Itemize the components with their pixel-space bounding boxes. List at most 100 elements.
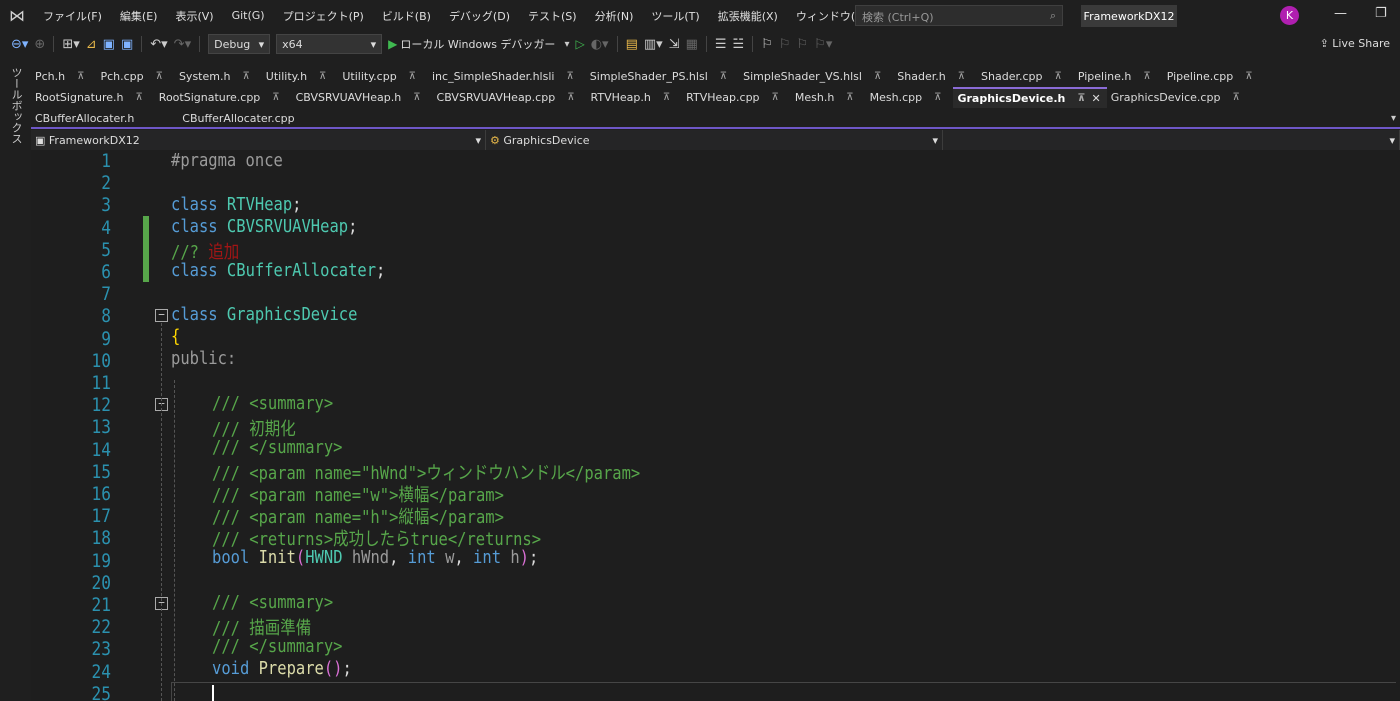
new-project-icon[interactable]: ⊞▾ — [59, 37, 82, 52]
avatar[interactable]: K — [1280, 6, 1299, 25]
pin-icon[interactable]: ⊼ — [1232, 92, 1239, 103]
tab-overflow-icon[interactable]: ▾ — [1391, 113, 1396, 124]
code-editor[interactable]: 1 2 3 4 5 6 7 8 9 10 11 12 13 14 15 16 17 18 19 20 21 22 23 24 2… — [31, 150, 1400, 701]
type-name: CBVSRVUAVHeap — [226, 216, 349, 237]
tab-cbufferallocater-cpp[interactable]: CBufferAllocater.cpp — [178, 108, 338, 129]
pin-icon[interactable]: ⊼ — [846, 92, 853, 103]
pin-icon[interactable]: ⊼ — [1143, 71, 1150, 82]
redo-icon[interactable]: ↷▾ — [171, 37, 194, 52]
undo-icon[interactable]: ↶▾ — [147, 37, 170, 52]
start-debug-icon[interactable]: ▶ — [385, 37, 400, 51]
pin-icon[interactable]: ⊼ — [409, 71, 416, 82]
tab-rtvheap-cpp[interactable]: RTVHeap.cpp ⊼ — [682, 87, 791, 108]
scope-dropdown[interactable]: ⚙ GraphicsDevice ▾ — [486, 130, 943, 150]
tab-graphicsdevice-h[interactable]: GraphicsDevice.h ⊼ ✕ — [953, 87, 1107, 108]
tab-cbvsrvuavheap-cpp[interactable]: CBVSRVUAVHeap.cpp ⊼ — [433, 87, 587, 108]
browse-icon[interactable]: ▤ — [623, 37, 641, 52]
member-dropdown[interactable]: ▾ — [943, 130, 1400, 150]
menu-item[interactable]: ビルド(B) — [373, 8, 440, 24]
tab-pch-h[interactable]: Pch.h ⊼ — [31, 66, 96, 87]
tab-utility-cpp[interactable]: Utility.cpp ⊼ — [338, 66, 428, 87]
live-share-button[interactable]: ⇪ Live Share — [1320, 37, 1390, 50]
tab-rtvheap-h[interactable]: RTVHeap.h ⊼ — [587, 87, 683, 108]
menu-item[interactable]: プロジェクト(P) — [274, 8, 373, 24]
tab-utility-h[interactable]: Utility.h ⊼ — [262, 66, 339, 87]
pin-icon[interactable]: ⊼ — [413, 92, 420, 103]
forward-icon[interactable]: ⊕ — [31, 37, 48, 52]
step-icon[interactable]: ⇲ — [666, 37, 683, 52]
tab-inc-simpleshader-hlsli[interactable]: inc_SimpleShader.hlsli ⊼ — [428, 66, 586, 87]
tab-rootsignature-cpp[interactable]: RootSignature.cpp ⊼ — [155, 87, 292, 108]
chevron-down-icon: ▾ — [475, 133, 481, 147]
platform-dropdown[interactable]: x64 ▾ — [276, 34, 383, 54]
tab-pipeline-cpp[interactable]: Pipeline.cpp ⊼ — [1163, 66, 1265, 87]
collapse-icon[interactable]: − — [155, 309, 168, 322]
tab-mesh-cpp[interactable]: Mesh.cpp ⊼ — [866, 87, 954, 108]
tab-mesh-h[interactable]: Mesh.h ⊼ — [791, 87, 866, 108]
run-debugger-button[interactable]: ローカル Windows デバッガー — [400, 36, 561, 52]
chevron-down-icon[interactable]: ▾ — [561, 39, 572, 50]
save-icon[interactable]: ▣ — [100, 37, 118, 52]
pin-icon[interactable]: ⊼ — [566, 71, 573, 82]
tab-graphicsdevice-cpp[interactable]: GraphicsDevice.cpp ⊼ — [1107, 87, 1252, 108]
menu-item[interactable]: Git(G) — [223, 9, 274, 22]
line-row: 11 — [31, 372, 1400, 394]
clear-bookmark-icon[interactable]: ⚐▾ — [811, 37, 835, 52]
pin-icon[interactable]: ⊼ — [1245, 71, 1252, 82]
pin-icon[interactable]: ⊼ — [663, 92, 670, 103]
pin-icon[interactable]: ⊼ — [319, 71, 326, 82]
menu-item[interactable]: 拡張機能(X) — [709, 8, 787, 24]
back-icon[interactable]: ⊖▾ — [8, 37, 31, 52]
menu-item[interactable]: 編集(E) — [111, 8, 167, 24]
pin-icon[interactable]: ⊼ — [874, 71, 881, 82]
tab-simpleshader-ps-hlsl[interactable]: SimpleShader_PS.hlsl ⊼ — [586, 66, 739, 87]
prev-bookmark-icon[interactable]: ⚐ — [776, 37, 794, 52]
close-icon[interactable]: ✕ — [1092, 92, 1101, 105]
align-icon[interactable]: ▦ — [683, 37, 701, 52]
tab-simpleshader-vs-hlsl[interactable]: SimpleShader_VS.hlsl ⊼ — [739, 66, 893, 87]
pin-icon[interactable]: ⊼ — [272, 92, 279, 103]
bookmark-icon[interactable]: ⚐ — [758, 37, 776, 52]
menu-item[interactable]: 表示(V) — [166, 8, 222, 24]
save-all-icon[interactable]: ▣ — [118, 37, 136, 52]
menu-item[interactable]: テスト(S) — [519, 8, 586, 24]
tab-rootsignature-h[interactable]: RootSignature.h ⊼ — [31, 87, 155, 108]
pin-icon[interactable]: ⊼ — [135, 92, 142, 103]
pin-icon[interactable]: ⊼ — [567, 92, 574, 103]
tab-pch-cpp[interactable]: Pch.cpp ⊼ — [96, 66, 175, 87]
pin-icon[interactable]: ⊼ — [242, 71, 249, 82]
comment-icon[interactable]: ☰ — [712, 37, 730, 52]
configuration-dropdown[interactable]: Debug ▾ — [208, 34, 271, 54]
pin-icon[interactable]: ⊼ — [77, 71, 84, 82]
start-without-debug-icon[interactable]: ▷ — [572, 37, 587, 51]
tab-shader-h[interactable]: Shader.h ⊼ — [893, 66, 977, 87]
project-dropdown[interactable]: ▣ FrameworkDX12 ▾ — [31, 130, 486, 150]
pin-icon[interactable]: ⊼ — [958, 71, 965, 82]
restore-icon[interactable]: ❐ — [1375, 6, 1387, 21]
pin-icon[interactable]: ⊼ — [934, 92, 941, 103]
window-layout-icon[interactable]: ▥▾ — [641, 37, 666, 52]
tab-system-h[interactable]: System.h ⊼ — [175, 66, 262, 87]
minimize-icon[interactable]: — — [1334, 6, 1347, 21]
tab-cbvsrvuavheap-h[interactable]: CBVSRVUAVHeap.h ⊼ — [292, 87, 433, 108]
menu-item[interactable]: 分析(N) — [586, 8, 643, 24]
tab-cbufferallocater-h[interactable]: CBufferAllocater.h — [31, 108, 178, 129]
pin-icon[interactable]: ⊼ — [1077, 93, 1085, 104]
tab-shader-cpp[interactable]: Shader.cpp ⊼ — [977, 66, 1074, 87]
menu-item[interactable]: ツール(T) — [642, 8, 708, 24]
search-box[interactable]: 検索 (Ctrl+Q) ⌕ — [855, 5, 1063, 26]
visual-studio-logo-icon[interactable]: ⋈ — [0, 0, 34, 31]
menu-item[interactable]: デバッグ(D) — [440, 8, 519, 24]
toolbox-side-tab[interactable]: ツールボックス — [0, 57, 30, 701]
open-folder-icon[interactable]: ⊿ — [83, 37, 100, 52]
tab-pipeline-h[interactable]: Pipeline.h ⊼ — [1074, 66, 1163, 87]
pin-icon[interactable]: ⊼ — [720, 71, 727, 82]
next-bookmark-icon[interactable]: ⚐ — [794, 37, 812, 52]
vertical-scrollbar[interactable] — [1396, 150, 1400, 701]
pin-icon[interactable]: ⊼ — [1055, 71, 1062, 82]
pin-icon[interactable]: ⊼ — [772, 92, 779, 103]
pin-icon[interactable]: ⊼ — [156, 71, 163, 82]
menu-item[interactable]: ファイル(F) — [34, 8, 111, 24]
hot-reload-icon[interactable]: ◐▾ — [588, 37, 612, 52]
uncomment-icon[interactable]: ☱ — [730, 37, 748, 52]
